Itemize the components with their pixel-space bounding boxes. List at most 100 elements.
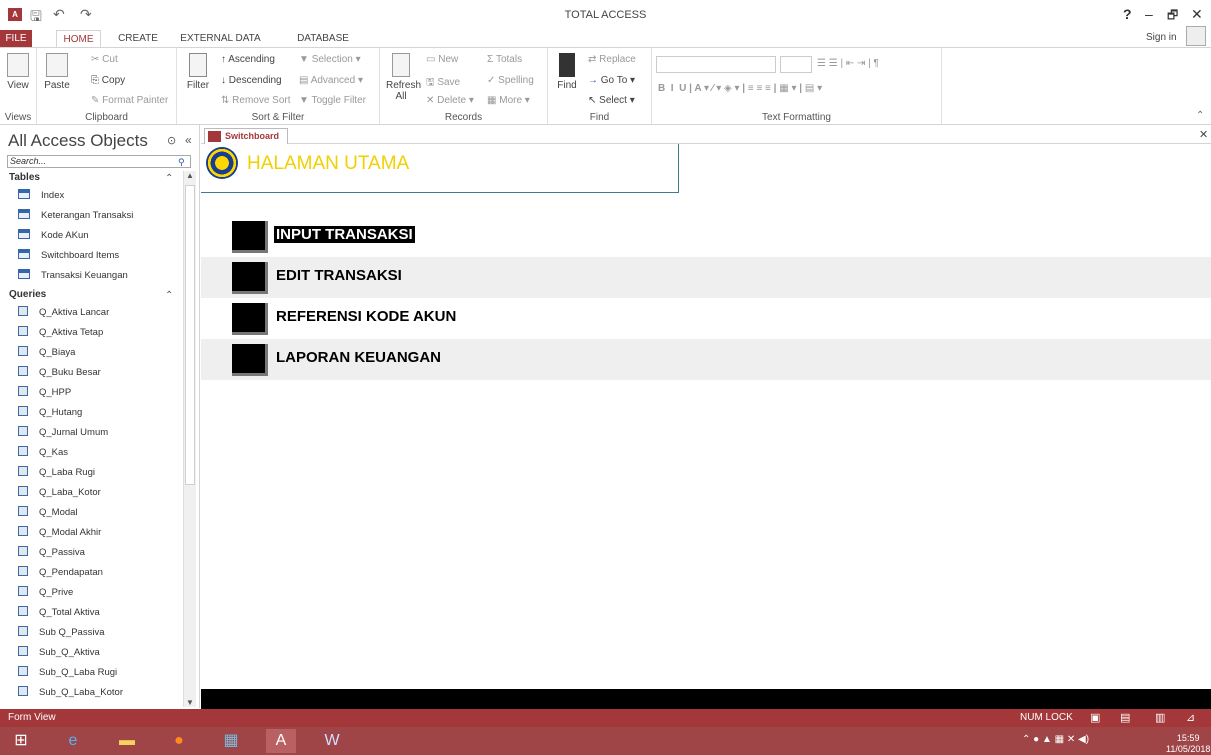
internet-explorer-icon[interactable]: e [58,729,88,753]
advanced-button[interactable]: ▤ Advanced ▾ [299,75,363,86]
view-button[interactable]: View [2,53,34,91]
nav-query-item[interactable]: Q_Kas [18,444,68,462]
nav-query-item[interactable]: Q_Passiva [18,544,85,562]
switchboard-button[interactable] [232,303,268,335]
selection-button[interactable]: ▼ Selection ▾ [299,54,361,65]
close-document-icon[interactable]: ✕ [1199,128,1208,141]
nav-query-item[interactable]: Q_Laba_Kotor [18,484,101,502]
system-clock[interactable]: 15:59 11/05/2018 [1166,733,1210,755]
help-button[interactable]: ? [1123,6,1132,22]
tab-file[interactable]: FILE [0,30,32,47]
restore-button[interactable]: 🗗 [1167,6,1178,27]
descending-button[interactable]: ↓ Descending [221,75,282,86]
nav-table-item[interactable]: Keterangan Transaksi [18,207,133,225]
ascending-button[interactable]: ↑ Ascending [221,54,275,65]
nav-menu-icon[interactable]: ⊙ [167,134,176,147]
nav-query-item[interactable]: Q_Jurnal Umum [18,424,108,442]
nav-table-item[interactable]: Switchboard Items [18,247,119,265]
scroll-up-icon[interactable]: ▲ [186,171,194,180]
nav-query-item[interactable]: Q_Laba Rugi [18,464,95,482]
form-view-icon[interactable]: ▣ [1090,711,1100,724]
nav-query-item[interactable]: Q_Buku Besar [18,364,101,382]
nav-query-item[interactable]: Sub_Q_Laba Rugi [18,664,117,682]
font-style-icons[interactable]: B I U | A ▾ ⁄ ▾ ◈ ▾ | ≡ ≡ ≡ | ▦ ▾ | ▤ ▾ [658,83,822,94]
nav-query-item[interactable]: Sub_Q_Aktiva [18,644,100,662]
tab-home[interactable]: HOME [56,30,101,47]
section-tables[interactable]: Tables [9,172,40,183]
nav-table-item[interactable]: Kode AKun [18,227,89,245]
nav-query-item[interactable]: Q_Aktiva Lancar [18,304,109,322]
collapse-tables-icon[interactable]: ⌃ [165,173,173,184]
nav-query-item[interactable]: Q_Aktiva Tetap [18,324,103,342]
font-name-select[interactable] [656,56,776,73]
nav-table-item[interactable]: Index [18,187,64,205]
select-button[interactable]: ↖ Select ▾ [588,95,635,106]
tray-icons[interactable]: ⌃ ● ▲ ▦ ✕ ◀) [1022,734,1089,745]
nav-query-item[interactable]: Sub Q_Passiva [18,624,104,642]
nav-table-item[interactable]: Transaksi Keuangan [18,267,128,285]
nav-scrollbar[interactable]: ▲ ▼ [183,171,196,707]
windows-start-icon[interactable]: ⊞ [6,729,36,753]
shutter-bar-close-icon[interactable]: « [185,133,192,147]
filter-button[interactable]: Filter [185,53,211,91]
switchboard-label[interactable]: INPUT TRANSAKSI [274,226,415,243]
close-button[interactable]: ✕ [1191,6,1203,23]
switchboard-label[interactable]: LAPORAN KEUANGAN [276,349,441,366]
switchboard-label[interactable]: EDIT TRANSAKSI [276,267,402,284]
save-record-button[interactable]: 🖫 Save [426,75,460,92]
file-explorer-icon[interactable]: ▬ [112,729,142,753]
switchboard-button[interactable] [232,344,268,376]
nav-query-item[interactable]: Q_Modal [18,504,78,522]
firefox-icon[interactable]: ● [164,729,194,753]
scroll-thumb[interactable] [185,185,195,485]
tab-switchboard[interactable]: Switchboard [204,128,288,145]
nav-query-item[interactable]: Q_HPP [18,384,71,402]
nav-query-item[interactable]: Q_Hutang [18,404,82,422]
switchboard-button[interactable] [232,262,268,294]
user-avatar-icon[interactable] [1186,26,1206,46]
tab-database-tools[interactable]: DATABASE TOOLS [279,30,367,61]
more-button[interactable]: ▦ More ▾ [487,95,530,106]
remove-sort-button[interactable]: ⇅ Remove Sort [221,95,291,106]
find-button[interactable]: Find [554,53,580,91]
new-record-button[interactable]: ▭ New [426,54,458,65]
switchboard-button[interactable] [232,221,268,253]
nav-query-item[interactable]: Sub_Q_Laba_Kotor [18,684,123,702]
section-queries[interactable]: Queries [9,289,46,300]
collapse-ribbon-icon[interactable]: ⌃ [1196,110,1204,121]
list-format-icon[interactable]: ☰ ☰ | ⇤ ⇥ | ¶ [817,58,879,69]
font-size-select[interactable] [780,56,812,73]
design-edit-icon[interactable]: ⊿ [1186,711,1195,724]
nav-search-input[interactable]: Search... [7,155,191,168]
toggle-filter-button[interactable]: ▼ Toggle Filter [299,95,366,106]
replace-button[interactable]: ⇄ Replace [588,54,636,65]
design-view-icon[interactable]: ▥ [1155,711,1165,724]
nav-pane-title[interactable]: All Access Objects [8,131,148,151]
minimize-button[interactable]: – [1145,6,1153,22]
goto-button[interactable]: → Go To ▾ [588,75,635,86]
nav-query-item[interactable]: Q_Biaya [18,344,75,362]
collapse-queries-icon[interactable]: ⌃ [165,290,173,301]
control-panel-icon[interactable]: ▦ [216,729,246,753]
copy-button[interactable]: ⎘ Copy [91,75,125,86]
totals-button[interactable]: Σ Totals [487,54,522,65]
layout-view-icon[interactable]: ▤ [1120,711,1130,724]
tab-create[interactable]: CREATE [113,30,163,47]
access-taskbar-icon[interactable]: A [266,729,296,753]
word-taskbar-icon[interactable]: W [317,729,347,753]
nav-query-item[interactable]: Q_Pendapatan [18,564,103,582]
paste-button[interactable]: Paste [41,53,73,91]
switchboard-label[interactable]: REFERENSI KODE AKUN [276,308,456,325]
nav-query-item[interactable]: Q_Modal Akhir [18,524,101,542]
spelling-button[interactable]: ✓ Spelling [487,75,534,86]
format-painter-button[interactable]: ✎ Format Painter [91,95,168,106]
refresh-all-button[interactable]: Refresh All [386,53,421,102]
cut-button[interactable]: ✂ Cut [91,54,118,65]
delete-record-button[interactable]: ✕ Delete ▾ [426,95,474,106]
nav-query-item[interactable]: Q_Total Aktiva [18,604,100,622]
sign-in-link[interactable]: Sign in [1146,32,1177,43]
search-icon[interactable]: ⚲ [178,157,185,168]
nav-query-item[interactable]: Q_Prive [18,584,73,602]
scroll-down-icon[interactable]: ▼ [186,698,194,707]
tab-external-data[interactable]: EXTERNAL DATA [178,30,263,47]
